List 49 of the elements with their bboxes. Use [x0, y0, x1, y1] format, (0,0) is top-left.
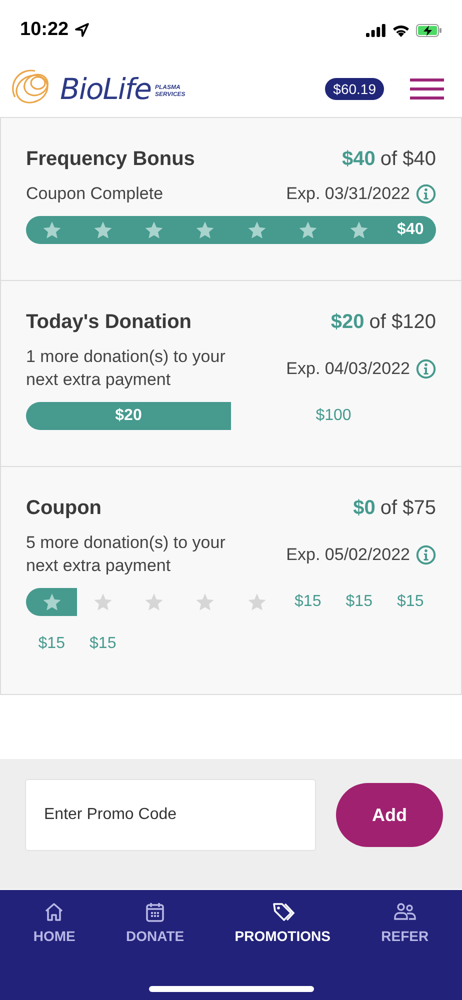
expiry-date: Exp. 03/31/2022	[286, 184, 410, 204]
total-amount: of $40	[380, 148, 436, 171]
nav-tab[interactable]: PROMOTIONS	[230, 900, 334, 944]
info-icon[interactable]	[416, 184, 436, 204]
promotion-subtitle: 5 more donation(s) to your next extra payment	[26, 532, 226, 577]
brand-name: BioLife	[60, 72, 151, 106]
earned-amount: $20	[330, 310, 364, 334]
promotion-title: Today's Donation	[26, 310, 192, 334]
star-icon	[42, 592, 62, 612]
star-icon	[349, 220, 370, 240]
star-icon	[195, 220, 216, 240]
promotion-subtitle: Coupon Complete	[26, 183, 164, 205]
total-amount: of $120	[369, 310, 436, 334]
balance-badge: $60.19	[325, 78, 384, 100]
amount-label: $15	[346, 592, 372, 611]
amount-label: $40	[397, 220, 424, 239]
menu-icon[interactable]	[410, 78, 444, 100]
location-arrow-icon	[74, 23, 89, 37]
star-icon	[42, 220, 62, 240]
amount-label: $15	[294, 592, 322, 611]
expiry-date: Exp. 05/02/2022	[286, 544, 410, 565]
star-icon	[92, 220, 113, 240]
star-icon	[246, 220, 267, 240]
promotion-title: Frequency Bonus	[26, 148, 195, 171]
amount-label: $20	[115, 406, 142, 425]
amount-label: $100	[316, 406, 352, 425]
promotion-subtitle: 1 more donation(s) to your next extra payment	[26, 346, 226, 391]
battery-charging-icon	[416, 24, 442, 36]
earned-amount: $0	[353, 496, 376, 520]
info-icon[interactable]	[416, 358, 436, 379]
nav-tab[interactable]: HOME	[29, 900, 80, 944]
amount-label: $15	[397, 592, 424, 611]
amount-label: $15	[38, 634, 65, 653]
tag-icon	[270, 900, 295, 924]
total-amount: of $75	[380, 496, 436, 520]
promo-code-field[interactable]: Enter Promo Code	[25, 779, 316, 851]
add-button[interactable]: Add	[336, 783, 443, 847]
nav-tab[interactable]: DONATE	[122, 900, 188, 944]
status-time: 10:22	[20, 19, 69, 41]
info-icon[interactable]	[416, 544, 436, 565]
nav-tab[interactable]: REFER	[377, 900, 433, 944]
signal-icon	[366, 24, 386, 36]
expiry-date: Exp. 04/03/2022	[286, 358, 410, 379]
earned-amount: $40	[342, 148, 376, 171]
star-icon	[144, 220, 164, 240]
amount-label: $15	[90, 634, 116, 653]
promotion-title: Coupon	[26, 496, 102, 520]
wifi-icon	[392, 24, 410, 36]
star-icon	[298, 220, 318, 240]
